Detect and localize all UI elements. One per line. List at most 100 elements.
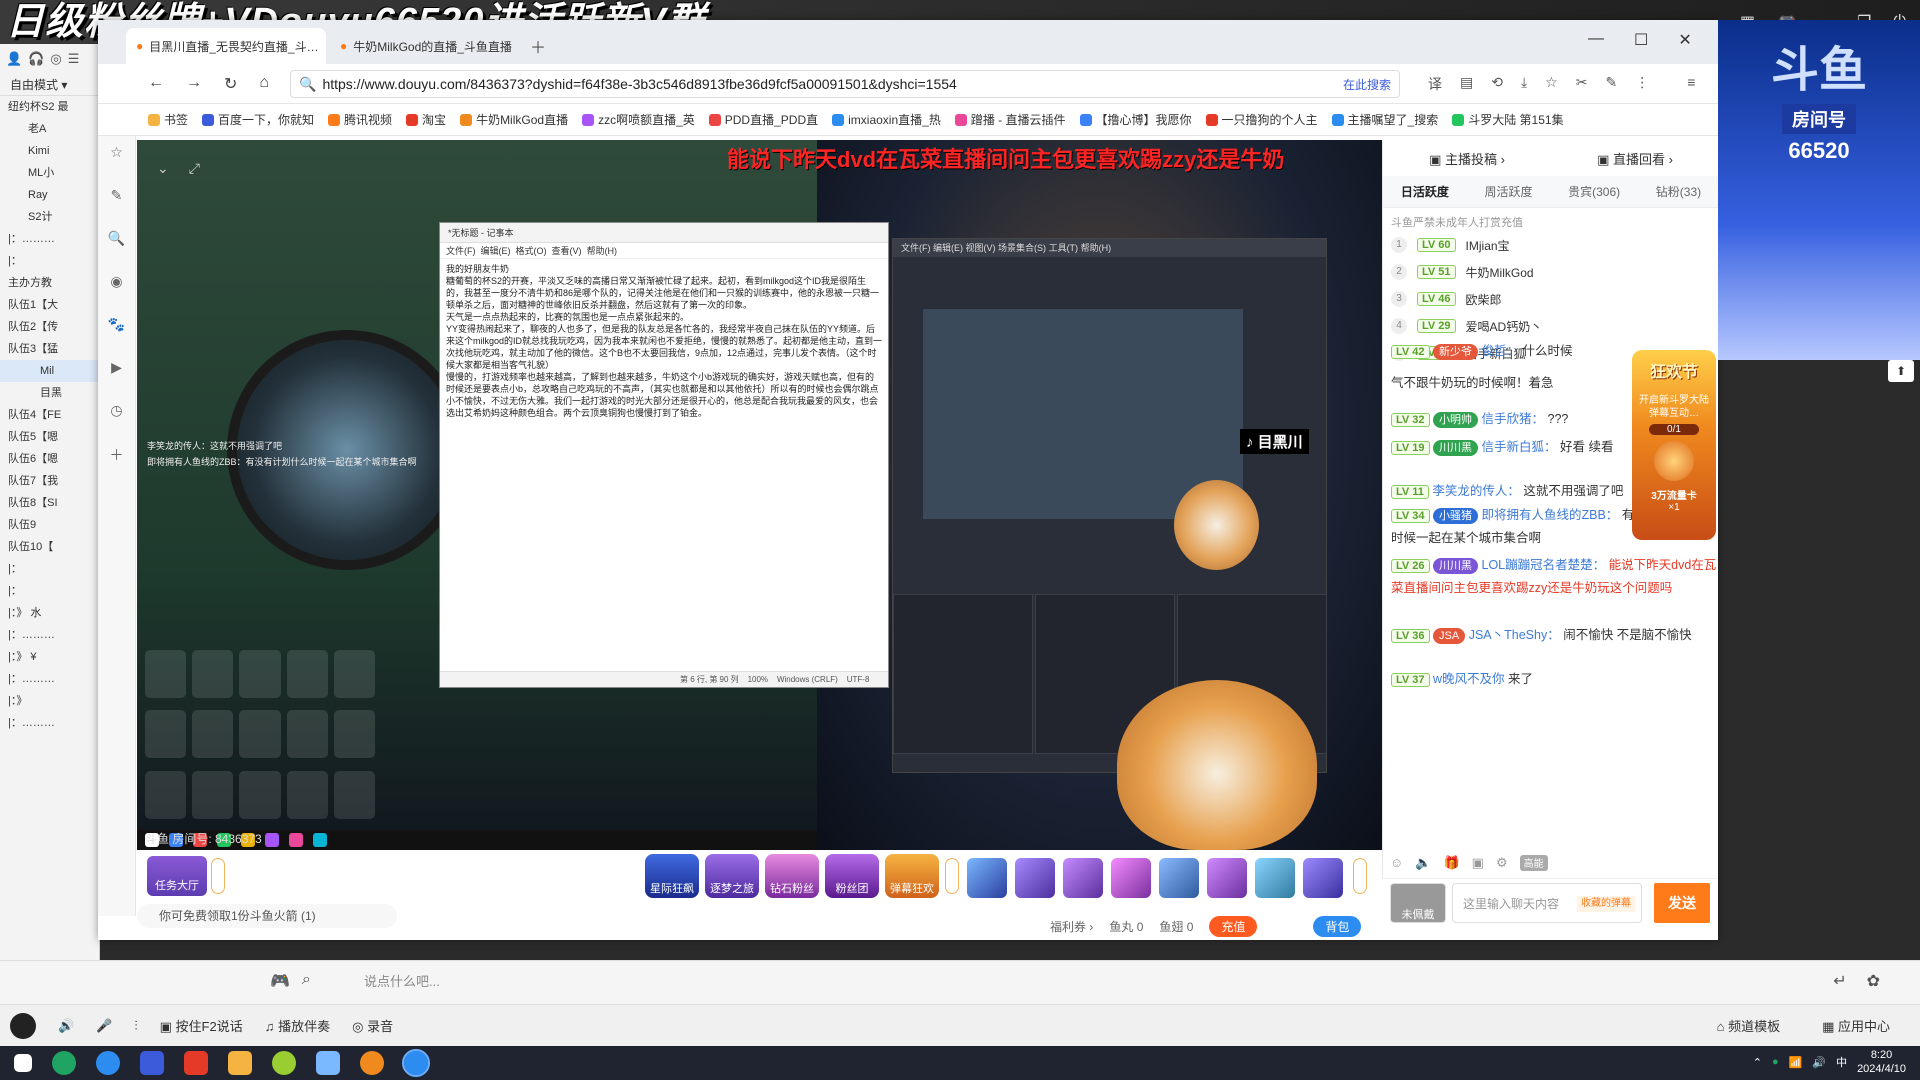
speaker-icon[interactable]: 🔈 bbox=[1415, 855, 1431, 871]
chrome-icon[interactable]: ◉ bbox=[110, 273, 122, 290]
video-icon[interactable]: ▶ bbox=[111, 359, 122, 376]
gift-danmaku-carnival[interactable]: 弹幕狂欢 bbox=[885, 854, 939, 898]
channel-tree-item[interactable]: 队伍9 bbox=[0, 514, 99, 536]
bookmark-item[interactable]: 书签 bbox=[148, 111, 188, 128]
notepad-icon[interactable] bbox=[316, 1051, 340, 1075]
gift-dream-journey[interactable]: 逐梦之旅 bbox=[705, 854, 759, 898]
app-icon[interactable] bbox=[140, 1051, 164, 1075]
gift-item[interactable] bbox=[1063, 858, 1103, 898]
gift-item[interactable] bbox=[1015, 858, 1055, 898]
new-tab-icon[interactable]: ＋ bbox=[530, 34, 546, 58]
channel-tree-item[interactable]: |： bbox=[0, 580, 99, 602]
translate-icon[interactable]: 译 bbox=[1428, 74, 1442, 94]
browser-active-icon[interactable] bbox=[402, 1049, 430, 1077]
task-hall-button[interactable]: 任务大厅 bbox=[147, 856, 207, 896]
expand-icon[interactable]: ⤢ bbox=[189, 160, 200, 177]
image-icon[interactable]: ▣ bbox=[1472, 855, 1484, 871]
bookmark-item[interactable]: 【撸心博】我愿你 bbox=[1079, 111, 1192, 128]
maximize-icon[interactable]: ☐ bbox=[1634, 30, 1648, 50]
channel-tree-item[interactable]: 队伍2【传 bbox=[0, 316, 99, 338]
gift-item[interactable] bbox=[1207, 858, 1247, 898]
gift-scroll-mid[interactable] bbox=[945, 858, 959, 894]
close-icon[interactable]: ✕ bbox=[1678, 30, 1691, 50]
reload-icon[interactable]: ↻ bbox=[224, 74, 237, 94]
enter-icon[interactable]: ↵ bbox=[1833, 971, 1846, 991]
backpack-button[interactable]: 背包 bbox=[1313, 916, 1362, 937]
gift-scroll-right[interactable] bbox=[1353, 858, 1367, 894]
bookmark-item[interactable]: 腾讯视频 bbox=[328, 111, 392, 128]
chat-username[interactable]: LOL蹦蹦冠名者楚楚： bbox=[1482, 558, 1606, 572]
minimize-icon[interactable]: — bbox=[1588, 30, 1604, 50]
clock[interactable]: 8:20 2024/4/10 bbox=[1857, 1048, 1906, 1076]
chat-message[interactable]: LV 37 w晚风不及你 来了 bbox=[1391, 668, 1717, 691]
rank-row[interactable]: 2 LV 51 牛奶MilkGod bbox=[1391, 257, 1711, 287]
channel-tree-item[interactable]: |： bbox=[0, 250, 99, 272]
fan-badge-selector[interactable]: 未佩戴 bbox=[1390, 883, 1446, 923]
channel-tree-item[interactable]: |：……… bbox=[0, 228, 99, 250]
tab-milkgod[interactable]: ● 牛奶MilkGod的直播_斗鱼直播 bbox=[330, 28, 520, 64]
search-side-icon[interactable]: 🔍 bbox=[108, 230, 125, 247]
tab-daily-active[interactable]: 日活跃度 bbox=[1401, 183, 1449, 200]
chat-username[interactable]: 信手新白狐： bbox=[1482, 440, 1557, 454]
gift-star-racing[interactable]: 星际狂飙 bbox=[645, 854, 699, 898]
gift-item[interactable] bbox=[1303, 858, 1343, 898]
channel-tree-item[interactable]: Kimi bbox=[0, 140, 99, 162]
channel-tree-item[interactable]: |：……… bbox=[0, 668, 99, 690]
chat-input[interactable]: 这里输入聊天内容 收藏的弹幕 bbox=[1452, 883, 1642, 923]
bookmark-item[interactable]: 牛奶MilkGod直播 bbox=[460, 111, 568, 128]
location-icon[interactable]: ◎ bbox=[50, 51, 61, 67]
windows-start-icon[interactable] bbox=[14, 1054, 32, 1072]
yy-say-input[interactable]: 说点什么吧... bbox=[364, 971, 440, 990]
gift-item[interactable] bbox=[1159, 858, 1199, 898]
channel-template-button[interactable]: ⌂ 频道模板 bbox=[1717, 1016, 1780, 1035]
gift-icon[interactable]: 🎁 bbox=[1443, 855, 1459, 871]
yy-icon[interactable] bbox=[228, 1051, 252, 1075]
channel-tree-item[interactable]: |：……… bbox=[0, 624, 99, 646]
channel-mode-select[interactable]: 自由模式 ▾ bbox=[0, 74, 99, 96]
bookmark-item[interactable]: 主播嘱望了_搜索 bbox=[1331, 111, 1438, 128]
app-icon[interactable] bbox=[184, 1051, 208, 1075]
gift-item[interactable] bbox=[967, 858, 1007, 898]
star-icon[interactable]: ☆ bbox=[1545, 74, 1558, 94]
tab-vip[interactable]: 贵宾(306) bbox=[1568, 183, 1620, 200]
tab-weekly-active[interactable]: 周活跃度 bbox=[1484, 183, 1532, 200]
settings-icon[interactable]: ⚙ bbox=[1496, 855, 1508, 871]
saved-danmaku[interactable]: 收藏的弹幕 bbox=[1577, 896, 1635, 912]
more-icon[interactable]: ⋮ bbox=[1635, 74, 1649, 94]
channel-tree-item[interactable]: S2计 bbox=[0, 206, 99, 228]
channel-tree-item[interactable]: |：》 bbox=[0, 690, 99, 712]
chevron-up-icon[interactable]: ⌃ bbox=[1753, 1056, 1762, 1069]
flower-icon[interactable]: ✿ bbox=[1867, 971, 1880, 991]
replay-link[interactable]: ▣ 直播回看 › bbox=[1597, 149, 1673, 168]
gift-item[interactable] bbox=[1111, 858, 1151, 898]
gift-diamond-fan[interactable]: 钻石粉丝 bbox=[765, 854, 819, 898]
channel-tree-item[interactable]: |：……… bbox=[0, 712, 99, 734]
welfare-link[interactable]: 福利券 › bbox=[1050, 918, 1093, 935]
send-button[interactable]: 发送 bbox=[1654, 883, 1710, 923]
bookmark-item[interactable]: imxiaoxin直播_热 bbox=[832, 111, 941, 128]
back-icon[interactable]: ← bbox=[148, 74, 164, 94]
bookmark-item[interactable]: 斗罗大陆 第151集 bbox=[1452, 111, 1564, 128]
list-icon[interactable]: ☰ bbox=[68, 51, 80, 67]
channel-tree-item[interactable]: 老A bbox=[0, 118, 99, 140]
chat-message[interactable]: LV 36 JSA JSA丶TheShy： 闹不愉快 不是脑不愉快 bbox=[1391, 624, 1717, 647]
channel-tree-item[interactable]: |：》 ¥ bbox=[0, 646, 99, 668]
app-center-button[interactable]: ▦ 应用中心 bbox=[1822, 1016, 1890, 1035]
free-rocket-notice[interactable]: 你可免费领取1份斗鱼火箭 (1) bbox=[137, 904, 397, 928]
shield-icon[interactable]: 高能 bbox=[1519, 855, 1548, 871]
volume-icon[interactable]: 🔊 bbox=[58, 1018, 74, 1034]
edge-icon[interactable] bbox=[52, 1051, 76, 1075]
channel-tree-item[interactable]: Ray bbox=[0, 184, 99, 206]
gamepad-icon[interactable]: 🎮 bbox=[270, 971, 290, 991]
recharge-button[interactable]: 充值 bbox=[1209, 916, 1258, 937]
home-icon[interactable]: ⌂ bbox=[259, 74, 269, 94]
menu-icon[interactable]: ≡ bbox=[1687, 74, 1695, 94]
chat-username[interactable]: w晚风不及你 bbox=[1433, 672, 1505, 686]
bookmark-item[interactable]: 一只撸狗的个人主 bbox=[1205, 111, 1318, 128]
favorites-icon[interactable]: ☆ bbox=[110, 144, 123, 161]
scroll-top-icon[interactable]: ⬆ bbox=[1888, 360, 1914, 382]
app-icon[interactable] bbox=[360, 1051, 384, 1075]
notes-icon[interactable]: ✎ bbox=[111, 187, 123, 204]
bookmark-item[interactable]: PDD直播_PDD直 bbox=[708, 111, 818, 128]
channel-tree-item[interactable]: 队伍3【猛 bbox=[0, 338, 99, 360]
